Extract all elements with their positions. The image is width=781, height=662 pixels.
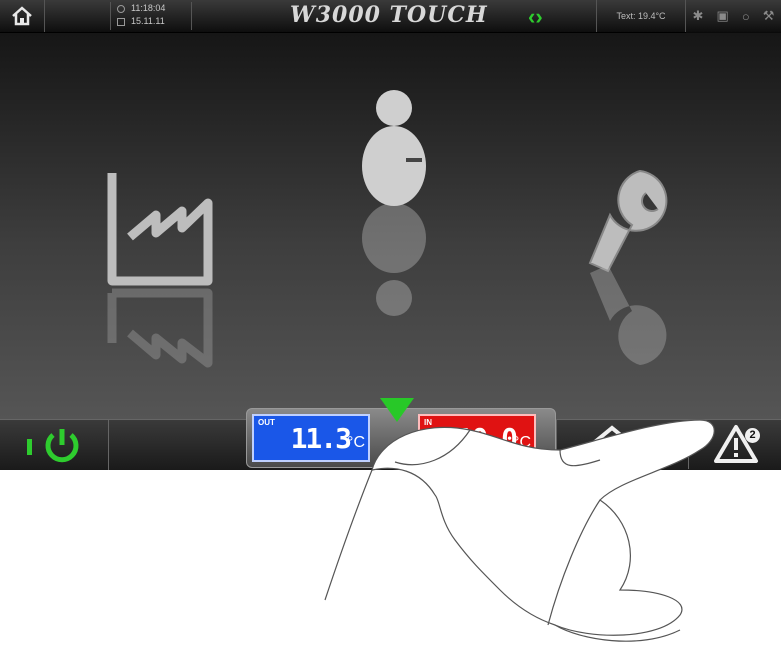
top-bar: 11:18:04 15.11.11 W3000 TOUCH ‹› Text: 1… <box>0 0 781 33</box>
out-value: 11.3 <box>290 422 352 455</box>
home-icon <box>12 6 32 26</box>
outlet-temperature-box[interactable]: OUT 11.3 °C <box>252 414 370 462</box>
power-icon <box>27 429 79 463</box>
time-text: 11:18:04 <box>131 3 166 13</box>
in-value: 10.0 <box>456 422 518 455</box>
wrench-icon: ⚒ <box>762 8 775 23</box>
app-title: W3000 TOUCH <box>290 2 488 28</box>
clock-icon <box>117 4 125 13</box>
home-button[interactable] <box>556 419 667 469</box>
alarm-button[interactable] <box>688 419 781 469</box>
calendar-icon <box>117 17 125 26</box>
wrench-icon[interactable] <box>580 153 690 383</box>
pump-icon: ○ <box>741 8 750 24</box>
home-tab-button[interactable] <box>0 0 45 32</box>
alarm-count-badge: 2 <box>745 428 760 443</box>
power-button[interactable] <box>8 420 109 470</box>
fan-icon: ✱ <box>692 8 704 23</box>
compressor-icon: ▣ <box>716 8 729 23</box>
user-icon[interactable] <box>358 88 438 338</box>
in-unit: °C <box>513 434 531 451</box>
left-right-arrows-icon[interactable]: ‹› <box>528 4 543 30</box>
out-label: OUT <box>258 418 275 427</box>
mode-indicator-arrow[interactable] <box>380 398 414 422</box>
out-unit: °C <box>347 434 365 451</box>
main-menu-panel <box>0 33 781 419</box>
home-icon <box>588 425 636 464</box>
date-time-display: 11:18:04 15.11.11 <box>110 2 192 30</box>
status-icon-group: ✱ ▣ ○ ⚒ <box>686 0 781 32</box>
date-text: 15.11.11 <box>131 16 165 26</box>
factory-icon[interactable] <box>100 163 220 403</box>
external-temperature: Text: 19.4°C <box>596 0 686 32</box>
in-label: IN <box>424 418 432 427</box>
inlet-temperature-box[interactable]: IN 10.0 °C <box>418 414 536 462</box>
